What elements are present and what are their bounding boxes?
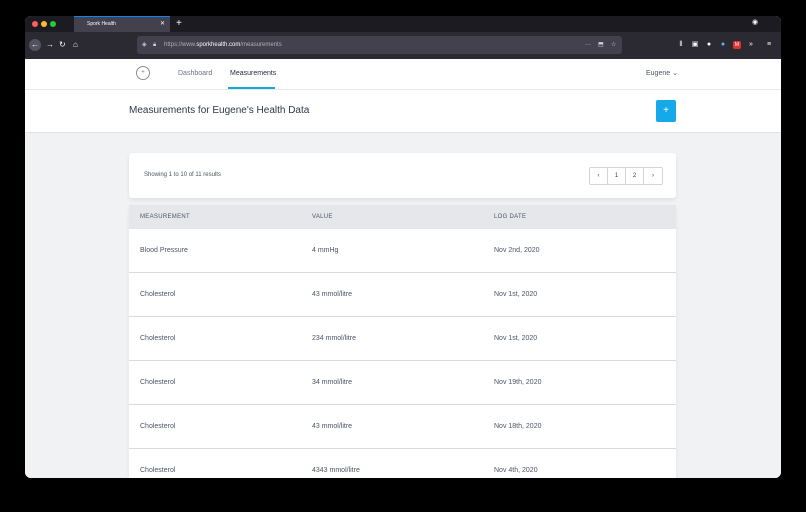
title-bar: Measurements for Eugene's Health Data + <box>25 90 781 133</box>
results-count: Showing 1 to 10 of 11 results <box>144 172 221 178</box>
cell-measurement: Cholesterol <box>140 291 176 298</box>
home-icon[interactable]: ⌂ <box>73 39 78 51</box>
cell-log-date: Nov 1st, 2020 <box>494 335 538 342</box>
browser-window: Spork Health ✕ + ◉ ← → ↻ ⌂ ◈ 🔒︎ https://… <box>25 16 781 478</box>
column-header-measurement[interactable]: MEASUREMENT <box>140 205 190 229</box>
mail-extension-icon[interactable]: M <box>733 41 741 49</box>
table-row[interactable]: Cholesterol 4343 mmol/litre Nov 4th, 202… <box>129 449 676 478</box>
user-menu[interactable]: Eugene ⌄ <box>646 59 678 89</box>
tab-close-icon[interactable]: ✕ <box>160 17 165 32</box>
overflow-chevron-icon[interactable]: » <box>747 41 755 49</box>
user-name: Eugene <box>646 70 671 77</box>
url-path: /measurements <box>240 42 282 48</box>
table-row[interactable]: Blood Pressure 4 mmHg Nov 2nd, 2020 <box>129 229 676 273</box>
table-row[interactable]: Cholesterol 34 mmol/litre Nov 19th, 2020 <box>129 361 676 405</box>
next-page-button[interactable]: › <box>644 168 662 184</box>
page-button-1[interactable]: 1 <box>608 168 626 184</box>
new-tab-button[interactable]: + <box>176 16 182 31</box>
minimize-window-button[interactable] <box>41 21 47 27</box>
chevron-down-icon: ⌄ <box>672 70 678 77</box>
url-prefix: https://www. <box>164 42 197 48</box>
url-host: sporkhealth.com <box>196 42 241 48</box>
cell-measurement: Cholesterol <box>140 467 176 474</box>
close-window-button[interactable] <box>32 21 38 27</box>
more-actions-icon[interactable]: ··· <box>585 36 591 54</box>
shield-icon[interactable]: ◈ <box>142 36 147 54</box>
sidebar-icon[interactable]: ▣ <box>691 41 699 49</box>
tab-bar: Spork Health ✕ + ◉ <box>25 16 781 32</box>
measurements-table: MEASUREMENT VALUE LOG DATE Blood Pressur… <box>129 205 676 478</box>
url-text[interactable]: https://www.sporkhealth.com/measurements <box>164 36 282 54</box>
cell-log-date: Nov 1st, 2020 <box>494 291 538 298</box>
nav-link-dashboard[interactable]: Dashboard <box>178 59 212 89</box>
maximize-window-button[interactable] <box>50 21 56 27</box>
tab-title: Spork Health <box>87 21 116 27</box>
menu-icon[interactable]: ≡ <box>765 41 773 49</box>
page-button-2[interactable]: 2 <box>626 168 644 184</box>
extension-icon[interactable]: ◉ <box>751 19 759 27</box>
back-icon[interactable]: ← <box>29 39 41 51</box>
cell-value: 4343 mmol/litre <box>312 467 360 474</box>
active-nav-indicator <box>228 87 275 89</box>
address-bar[interactable]: ◈ 🔒︎ https://www.sporkhealth.com/measure… <box>137 36 622 54</box>
bookmark-star-icon[interactable]: ☆ <box>611 36 616 54</box>
cell-log-date: Nov 4th, 2020 <box>494 467 538 474</box>
lock-icon[interactable]: 🔒︎ <box>153 36 156 54</box>
cell-measurement: Blood Pressure <box>140 247 188 254</box>
column-header-value[interactable]: VALUE <box>312 205 333 229</box>
cell-value: 234 mmol/litre <box>312 335 356 342</box>
cell-value: 4 mmHg <box>312 247 339 254</box>
browser-toolbar: ← → ↻ ⌂ ◈ 🔒︎ https://www.sporkhealth.com… <box>25 32 781 59</box>
pocket-icon[interactable]: ⬒ <box>598 36 604 54</box>
cell-value: 34 mmol/litre <box>312 379 353 386</box>
cell-log-date: Nov 19th, 2020 <box>494 379 542 386</box>
prev-page-button[interactable]: ‹ <box>590 168 608 184</box>
cell-value: 43 mmol/litre <box>312 423 353 430</box>
nav-link-measurements[interactable]: Measurements <box>230 59 276 89</box>
pagination: ‹ 1 2 › <box>589 167 663 185</box>
cell-log-date: Nov 18th, 2020 <box>494 423 542 430</box>
forward-icon[interactable]: → <box>46 39 54 51</box>
library-icon[interactable]: ⫴ <box>677 41 685 49</box>
browser-tab[interactable]: Spork Health ✕ <box>74 16 170 32</box>
add-measurement-button[interactable]: + <box>656 100 676 122</box>
table-header: MEASUREMENT VALUE LOG DATE <box>129 205 676 229</box>
cell-measurement: Cholesterol <box>140 335 176 342</box>
table-row[interactable]: Cholesterol 43 mmol/litre Nov 1st, 2020 <box>129 273 676 317</box>
cell-value: 43 mmol/litre <box>312 291 353 298</box>
logo-icon[interactable]: ÷ <box>136 66 150 80</box>
cell-log-date: Nov 2nd, 2020 <box>494 247 540 254</box>
page-content: ÷ Dashboard Measurements Eugene ⌄ Measur… <box>25 59 781 478</box>
column-header-log-date[interactable]: LOG DATE <box>494 205 526 229</box>
cell-measurement: Cholesterol <box>140 379 176 386</box>
table-row[interactable]: Cholesterol 234 mmol/litre Nov 1st, 2020 <box>129 317 676 361</box>
app-header: ÷ Dashboard Measurements Eugene ⌄ <box>25 59 781 90</box>
table-row[interactable]: Cholesterol 43 mmol/litre Nov 18th, 2020 <box>129 405 676 449</box>
cell-measurement: Cholesterol <box>140 423 176 430</box>
info-extension-icon[interactable]: ● <box>719 41 727 49</box>
page-title: Measurements for Eugene's Health Data <box>129 105 310 116</box>
account-icon[interactable]: ● <box>705 41 713 49</box>
results-card: Showing 1 to 10 of 11 results ‹ 1 2 › <box>129 153 676 198</box>
reload-icon[interactable]: ↻ <box>59 39 66 51</box>
